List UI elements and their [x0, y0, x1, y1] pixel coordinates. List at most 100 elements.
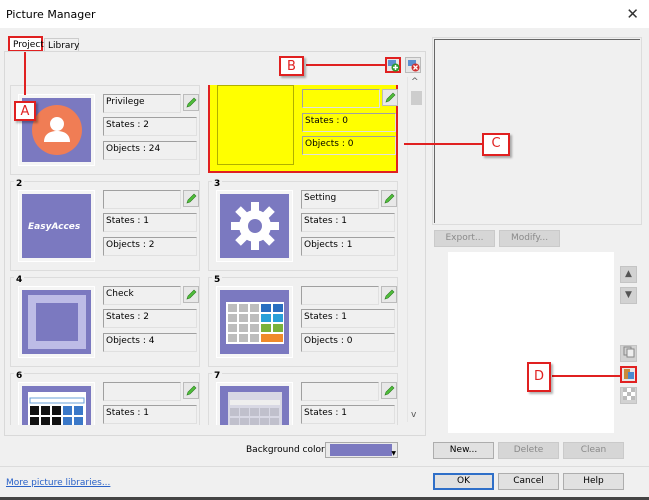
- checkbox-frame-icon: [28, 295, 86, 349]
- objects-count: Objects : 24: [103, 141, 197, 160]
- edit-name-button[interactable]: [183, 286, 199, 303]
- paste-state-button[interactable]: [620, 366, 637, 383]
- annotation-a-arrow: [24, 52, 26, 95]
- picture-thumbnail: [216, 190, 293, 262]
- picture-card[interactable]: 3 Setting States : 1 Objects : 1: [208, 179, 398, 271]
- modify-button[interactable]: Modify...: [499, 230, 560, 247]
- picture-name-field[interactable]: [302, 89, 380, 108]
- objects-count: Objects : 0: [302, 136, 396, 155]
- ok-button[interactable]: OK: [433, 473, 494, 490]
- picture-name-field[interactable]: Setting: [301, 190, 379, 209]
- new-state-button[interactable]: New...: [433, 442, 494, 459]
- tab-project[interactable]: Project: [8, 36, 44, 52]
- move-state-down-button[interactable]: ▼: [620, 287, 637, 304]
- picture-card[interactable]: 4 Check States : 2 Objects : 4: [10, 275, 200, 367]
- transparent-background-button[interactable]: [620, 387, 637, 404]
- states-count: States : 1: [301, 309, 395, 328]
- states-count: States : 0: [302, 113, 396, 132]
- picture-card[interactable]: Privilege States : 2 Objects : 24: [10, 85, 200, 175]
- add-picture-icon: [388, 60, 400, 72]
- tab-library-label: Library: [48, 41, 80, 51]
- picture-card[interactable]: 2 EasyAcces States : 1 Objects : 2: [10, 179, 200, 271]
- add-picture-button[interactable]: [385, 57, 401, 73]
- edit-name-button[interactable]: [183, 382, 199, 399]
- picture-name-field[interactable]: Privilege: [103, 94, 181, 113]
- states-count: States : 1: [301, 213, 395, 232]
- edit-name-button[interactable]: [382, 89, 398, 106]
- more-picture-libraries-link[interactable]: More picture libraries...: [6, 478, 110, 488]
- pencil-icon: [384, 385, 395, 396]
- edit-name-button[interactable]: [381, 286, 397, 303]
- pencil-icon: [186, 385, 197, 396]
- tab-project-label: Project: [13, 40, 44, 50]
- edit-name-button[interactable]: [381, 190, 397, 207]
- move-state-up-button[interactable]: ▲: [620, 266, 637, 283]
- pencil-icon: [385, 92, 396, 103]
- states-count: States : 1: [103, 213, 197, 232]
- delete-picture-button[interactable]: [405, 57, 421, 73]
- picture-name-field[interactable]: [301, 382, 379, 401]
- objects-count: Objects : 4: [103, 333, 197, 352]
- picture-name-field[interactable]: Check: [103, 286, 181, 305]
- pencil-icon: [384, 193, 395, 204]
- pencil-icon: [186, 97, 197, 108]
- numeric-keypad-dark-icon: [28, 392, 86, 425]
- close-icon[interactable]: ✕: [626, 5, 639, 23]
- checkerboard-icon: [622, 388, 635, 400]
- picture-thumbnail: EasyAcces: [18, 190, 95, 262]
- picture-thumbnail: [18, 286, 95, 358]
- background-color-swatch: [330, 444, 392, 456]
- scrollbar-thumb[interactable]: [411, 91, 422, 105]
- annotation-c-arrow: [404, 143, 482, 145]
- edit-name-button[interactable]: [183, 94, 199, 111]
- edit-name-button[interactable]: [183, 190, 199, 207]
- picture-grid: Privilege States : 2 Objects : 24 1 Stat…: [10, 85, 404, 425]
- picture-thumbnail: [217, 85, 294, 165]
- states-count: States : 2: [103, 309, 197, 328]
- picture-card[interactable]: 6 States : 1: [10, 371, 200, 425]
- cancel-button[interactable]: Cancel: [498, 473, 559, 490]
- states-count: States : 2: [103, 117, 197, 136]
- picture-index: 5: [212, 275, 223, 285]
- pencil-icon: [186, 289, 197, 300]
- annotation-b-arrow: [306, 64, 385, 66]
- copy-state-button[interactable]: [620, 345, 637, 362]
- picture-name-field[interactable]: [103, 382, 181, 401]
- state-list[interactable]: [448, 252, 614, 433]
- annotation-b: B: [279, 56, 304, 76]
- title-bar: Picture Manager ✕: [0, 0, 649, 28]
- background-color-picker[interactable]: ▼: [325, 442, 398, 458]
- copy-picture-icon: [623, 346, 634, 358]
- picture-card[interactable]: 7 States : 1: [208, 371, 398, 425]
- tab-library[interactable]: Library: [44, 38, 79, 52]
- objects-count: Objects : 0: [301, 333, 395, 352]
- scroll-up-icon[interactable]: ^: [411, 77, 419, 87]
- picture-list-scrollbar[interactable]: ^ v: [407, 77, 424, 422]
- picture-index: 3: [212, 179, 223, 189]
- picture-index: 2: [14, 179, 25, 189]
- delete-state-button[interactable]: Delete: [498, 442, 559, 459]
- edit-name-button[interactable]: [381, 382, 397, 399]
- clean-button[interactable]: Clean: [563, 442, 624, 459]
- gear-icon: [231, 202, 279, 250]
- picture-thumbnail: [216, 382, 293, 425]
- help-button[interactable]: Help: [563, 473, 624, 490]
- easyaccess-logo: EasyAcces: [28, 222, 81, 232]
- annotation-d: D: [527, 362, 551, 392]
- objects-count: Objects : 1: [301, 237, 395, 256]
- picture-thumbnail: [216, 286, 293, 358]
- annotation-c: C: [482, 133, 510, 156]
- export-button[interactable]: Export...: [434, 230, 495, 247]
- picture-thumbnail: [18, 382, 95, 425]
- states-count: States : 1: [103, 405, 197, 424]
- paste-picture-icon: [623, 369, 634, 379]
- picture-name-field[interactable]: [301, 286, 379, 305]
- scroll-down-icon[interactable]: v: [411, 410, 416, 420]
- picture-name-field[interactable]: [103, 190, 181, 209]
- picture-card[interactable]: 5 States : 1 Objects : 0: [208, 275, 398, 367]
- picture-card-selected[interactable]: 1 States : 0 Objects : 0: [208, 85, 398, 173]
- delete-picture-icon: [408, 60, 420, 72]
- annotation-d-arrow: [552, 375, 620, 377]
- window-title: Picture Manager: [6, 8, 96, 21]
- pencil-icon: [186, 193, 197, 204]
